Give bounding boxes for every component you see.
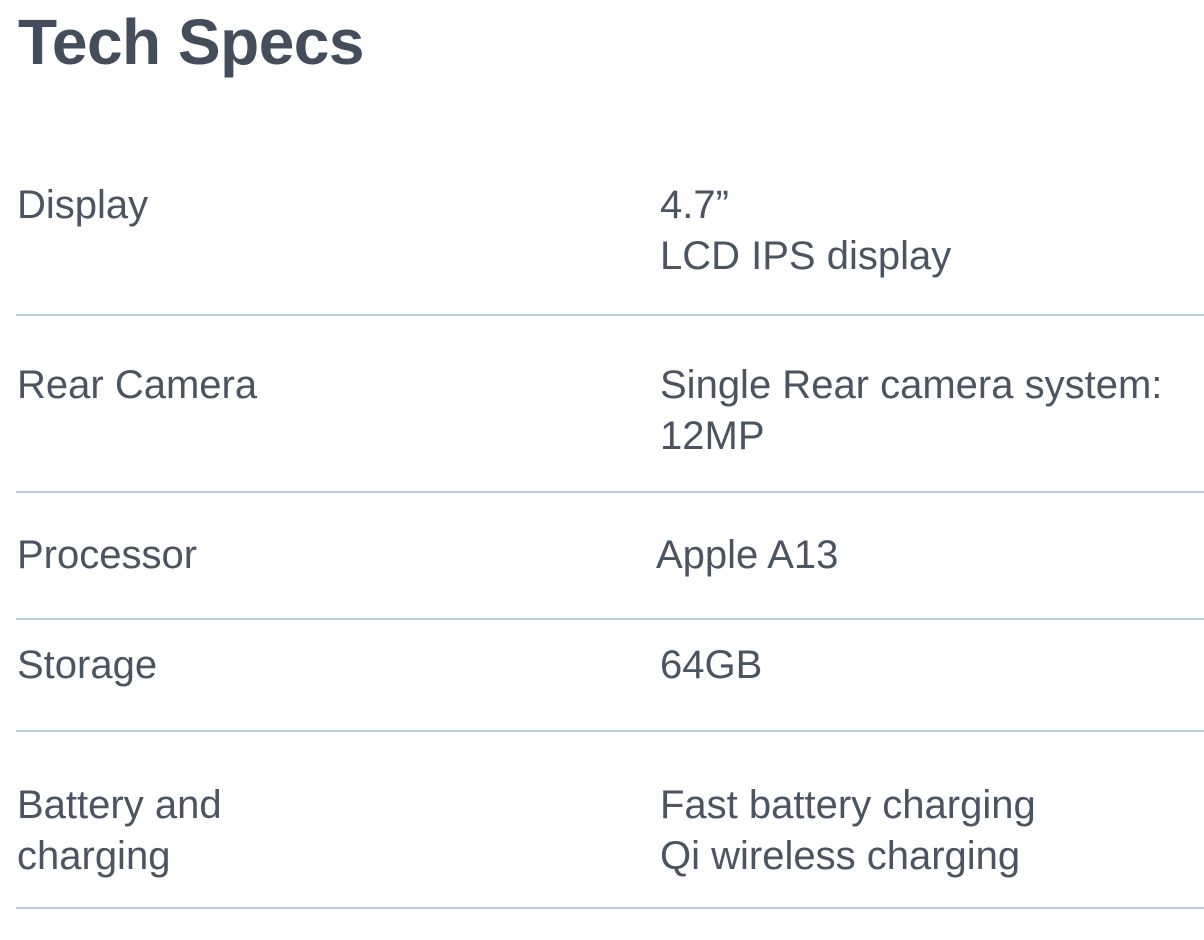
spec-label-line: Storage: [17, 643, 158, 687]
spec-label: Processor: [17, 530, 197, 581]
spec-value: 4.7” LCD IPS display: [660, 180, 951, 282]
spec-value-line: 4.7”: [660, 183, 729, 227]
spec-value: Apple A13: [656, 530, 838, 581]
spec-label-line: charging: [17, 834, 171, 878]
spec-label: Battery and charging: [17, 780, 222, 882]
spec-label: Rear Camera: [17, 360, 257, 411]
spec-row-storage: Storage 64GB: [16, 620, 1204, 732]
spec-value-line: Fast battery charging: [660, 783, 1036, 827]
spec-label: Display: [17, 180, 148, 231]
spec-value: Single Rear camera system: 12MP: [660, 360, 1162, 462]
spec-value-line: Apple A13: [656, 533, 839, 577]
spec-row-rear-camera: Rear Camera Single Rear camera system: 1…: [16, 316, 1204, 493]
page-title: Tech Specs: [18, 6, 364, 78]
spec-value-line: 64GB: [660, 643, 763, 687]
spec-row-display: Display 4.7” LCD IPS display: [16, 172, 1204, 316]
spec-value-line: 12MP: [660, 414, 765, 458]
spec-label-line: Processor: [17, 533, 198, 577]
spec-label-line: Rear Camera: [17, 363, 258, 407]
spec-value: 64GB: [660, 640, 762, 691]
spec-value-line: LCD IPS display: [660, 234, 952, 278]
spec-label-line: Battery and: [17, 783, 222, 827]
spec-row-battery: Battery and charging Fast battery chargi…: [16, 732, 1204, 909]
spec-label: Storage: [17, 640, 157, 691]
spec-value-line: Qi wireless charging: [660, 834, 1021, 878]
spec-label-line: Display: [17, 183, 149, 227]
spec-value: Fast battery charging Qi wireless chargi…: [660, 780, 1036, 882]
spec-row-processor: Processor Apple A13: [16, 493, 1204, 620]
spec-value-line: Single Rear camera system:: [660, 363, 1163, 407]
